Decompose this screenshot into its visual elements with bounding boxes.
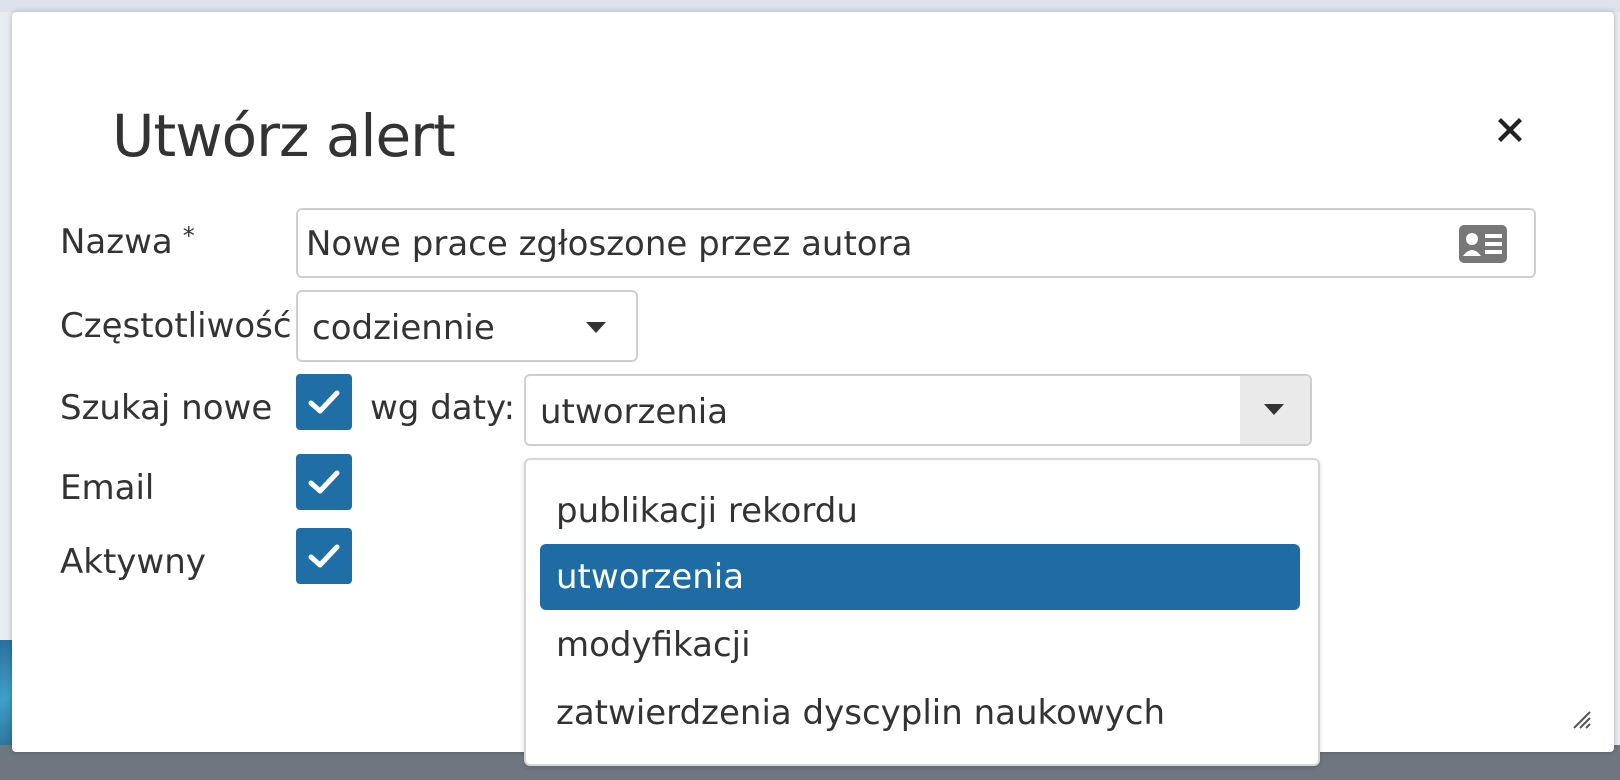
chevron-down-icon: [586, 322, 606, 333]
frequency-label: Częstotliwość: [60, 306, 292, 346]
email-checkbox[interactable]: [296, 454, 352, 510]
active-label: Aktywny: [60, 542, 206, 582]
name-label-text: Nazwa: [60, 222, 173, 262]
active-checkbox[interactable]: [296, 528, 352, 584]
contact-card-icon[interactable]: [1458, 224, 1508, 264]
dropdown-option-discipline-approval[interactable]: zatwierdzenia dyscyplin naukowych: [540, 680, 1300, 746]
close-icon: [1498, 118, 1522, 142]
date-type-select-value: utworzenia: [540, 392, 729, 432]
close-button[interactable]: [1492, 112, 1528, 148]
by-date-label: wg daty:: [370, 388, 516, 428]
dropdown-option-creation-selected[interactable]: utworzenia: [540, 544, 1300, 610]
background-header-strip: [0, 0, 1620, 12]
required-mark: *: [182, 222, 195, 250]
date-type-select[interactable]: utworzenia: [524, 374, 1312, 446]
check-icon: [308, 390, 340, 414]
search-new-label: Szukaj nowe: [60, 388, 273, 428]
chevron-down-icon: [1264, 404, 1284, 415]
email-label: Email: [60, 468, 155, 508]
check-icon: [308, 544, 340, 568]
frequency-select-value: codziennie: [312, 308, 495, 348]
frequency-select[interactable]: codziennie: [296, 290, 638, 362]
date-type-select-arrow[interactable]: [1240, 376, 1310, 444]
name-input-value: Nowe prace zgłoszone przez autora: [306, 224, 913, 264]
create-alert-dialog: Utwórz alert Nazwa * Nowe prace zgłoszone…: [12, 12, 1614, 766]
resize-grip-icon[interactable]: [1570, 708, 1592, 730]
dropdown-option-modification[interactable]: modyfikacji: [540, 612, 1300, 678]
name-input[interactable]: Nowe prace zgłoszone przez autora: [296, 208, 1536, 278]
dialog-title: Utwórz alert: [112, 102, 456, 170]
dropdown-option-publication[interactable]: publikacji rekordu: [540, 478, 1300, 544]
name-label: Nazwa *: [60, 222, 195, 262]
search-new-checkbox[interactable]: [296, 374, 352, 430]
check-icon: [308, 470, 340, 494]
date-type-dropdown-list: publikacji rekordu utworzenia modyfikacj…: [524, 458, 1320, 766]
